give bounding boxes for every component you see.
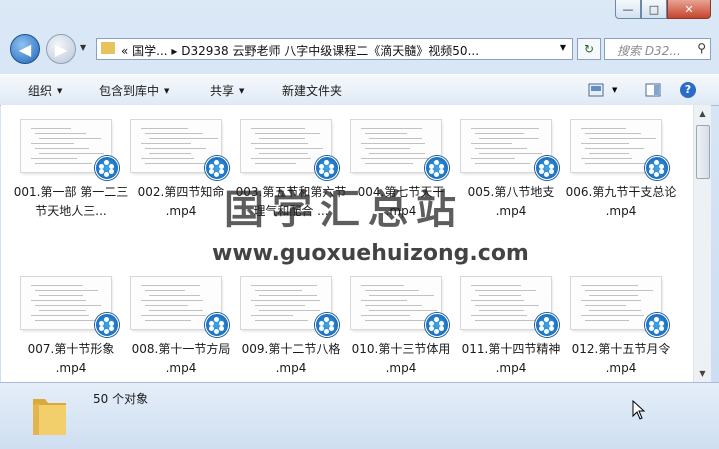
search-placeholder: 搜索 D32... bbox=[617, 44, 681, 58]
preview-pane-button[interactable] bbox=[645, 80, 661, 100]
address-dropdown-icon[interactable]: ▼ bbox=[560, 43, 566, 52]
folder-icon bbox=[33, 399, 66, 435]
folder-icon bbox=[101, 42, 115, 54]
file-name: 002.第四节知命 .mp4 bbox=[137, 185, 225, 218]
maximize-button[interactable]: □ bbox=[641, 0, 667, 19]
file-name: 006.第九节干支总论 .mp4 bbox=[565, 185, 677, 218]
video-file-icon bbox=[315, 313, 339, 337]
change-view-button[interactable]: ▼ bbox=[588, 80, 617, 100]
preview-pane-icon bbox=[645, 83, 661, 97]
scroll-thumb[interactable] bbox=[696, 125, 710, 179]
video-file-icon bbox=[645, 156, 669, 180]
organize-menu[interactable]: 组织 ▼ bbox=[28, 82, 62, 99]
help-icon: ? bbox=[680, 82, 696, 98]
navigation-bar: ◀ ▶ ▼ « 国学... ▸ D32938 云野老师 八字中级课程二《滴天髓》… bbox=[0, 30, 719, 70]
video-file-icon bbox=[95, 156, 119, 180]
file-name: 011.第十四节精神 .mp4 bbox=[461, 342, 561, 375]
file-name: 012.第十五节月令 .mp4 bbox=[571, 342, 671, 375]
view-icon bbox=[588, 83, 604, 97]
forward-button[interactable]: ▶ bbox=[46, 34, 76, 64]
file-name: 009.第十二节八格 .mp4 bbox=[241, 342, 341, 375]
scroll-down-icon[interactable]: ▼ bbox=[694, 365, 711, 382]
recent-pages-dropdown[interactable]: ▼ bbox=[80, 43, 86, 52]
mouse-cursor-icon bbox=[632, 400, 646, 420]
file-name: 007.第十节形象 .mp4 bbox=[27, 342, 115, 375]
command-bar: 组织 ▼ 包含到库中 ▼ 共享 ▼ 新建文件夹 ▼ ? bbox=[0, 74, 719, 106]
organize-label: 组织 bbox=[28, 84, 53, 98]
file-name: 001.第一部 第一二三节天地人三... bbox=[13, 185, 129, 218]
close-button[interactable]: ✕ bbox=[667, 0, 711, 19]
file-name: 008.第十一节方局 .mp4 bbox=[131, 342, 231, 375]
help-button[interactable]: ? bbox=[680, 80, 696, 100]
include-library-label: 包含到库中 bbox=[99, 84, 160, 98]
new-folder-button[interactable]: 新建文件夹 bbox=[282, 82, 342, 99]
address-path: « 国学... ▸ D32938 云野老师 八字中级课程二《滴天髓》视频50..… bbox=[121, 44, 480, 58]
video-file-icon bbox=[95, 313, 119, 337]
video-file-icon bbox=[205, 313, 229, 337]
vertical-scrollbar[interactable]: ▲ ▼ bbox=[693, 105, 711, 382]
video-file-icon bbox=[535, 156, 559, 180]
search-icon[interactable]: ⚲ bbox=[697, 41, 706, 55]
minimize-button[interactable]: — bbox=[615, 0, 641, 19]
video-file-icon bbox=[535, 313, 559, 337]
share-label: 共享 bbox=[210, 84, 235, 98]
watermark-url: www.guoxuehuizong.com bbox=[212, 241, 529, 266]
include-in-library-menu[interactable]: 包含到库中 ▼ bbox=[99, 82, 169, 99]
search-input[interactable]: 搜索 D32... ⚲ bbox=[604, 38, 711, 60]
file-name: 005.第八节地支 .mp4 bbox=[467, 185, 555, 218]
back-button[interactable]: ◀ bbox=[10, 34, 40, 64]
explorer-window: — □ ✕ ◀ ▶ ▼ « 国学... ▸ D32938 云野老师 八字中级课程… bbox=[0, 0, 719, 449]
video-file-icon bbox=[425, 313, 449, 337]
share-menu[interactable]: 共享 ▼ bbox=[210, 82, 244, 99]
watermark-title: 国学汇总站 bbox=[224, 187, 464, 233]
details-pane: 50 个对象 bbox=[0, 382, 719, 449]
caption-buttons: — □ ✕ bbox=[615, 0, 711, 20]
video-file-icon bbox=[645, 313, 669, 337]
item-count: 50 个对象 bbox=[93, 392, 149, 406]
address-bar[interactable]: « 国学... ▸ D32938 云野老师 八字中级课程二《滴天髓》视频50..… bbox=[96, 38, 573, 60]
refresh-button[interactable]: ↻ bbox=[577, 38, 601, 60]
scroll-up-icon[interactable]: ▲ bbox=[694, 105, 711, 122]
file-name: 010.第十三节体用 .mp4 bbox=[351, 342, 451, 375]
